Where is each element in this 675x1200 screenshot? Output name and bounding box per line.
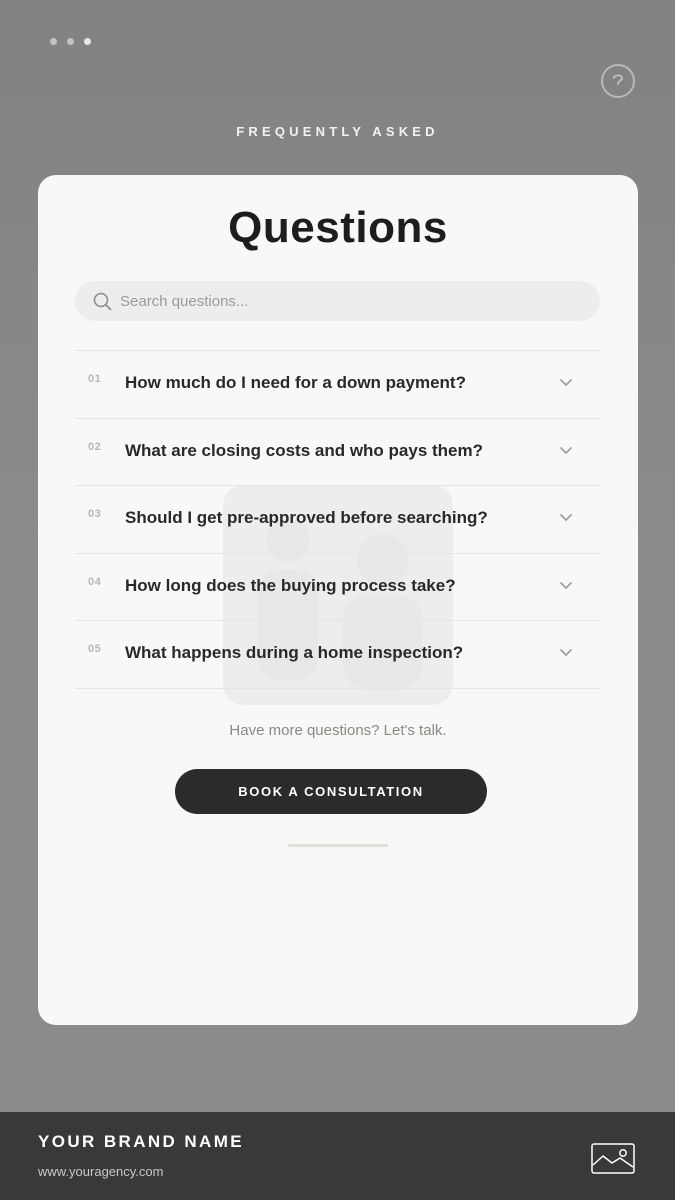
faq-item[interactable]: 05 What happens during a home inspection… bbox=[75, 621, 600, 689]
faq-question: What are closing costs and who pays them… bbox=[125, 440, 484, 460]
eyebrow-label: FREQUENTLY ASKED bbox=[236, 124, 439, 139]
faq-question: What happens during a home inspection? bbox=[125, 643, 464, 663]
faq-number: 05 bbox=[88, 643, 102, 656]
chevron-down-icon bbox=[560, 379, 572, 387]
page-dot-active bbox=[84, 38, 91, 45]
faq-list: 01 How much do I need for a down payment… bbox=[75, 350, 600, 689]
chevron-down-icon bbox=[560, 649, 572, 657]
website-url[interactable]: www.youragency.com bbox=[38, 1164, 163, 1179]
faq-number: 01 bbox=[88, 373, 102, 385]
divider bbox=[288, 844, 388, 847]
chevron-down-icon bbox=[560, 514, 572, 522]
faq-item[interactable]: 04 How long does the buying process take… bbox=[75, 554, 600, 622]
page-indicator bbox=[50, 38, 91, 45]
search-input[interactable] bbox=[120, 281, 580, 321]
page-dot bbox=[67, 38, 74, 45]
faq-item[interactable]: 01 How much do I need for a down payment… bbox=[75, 351, 600, 419]
help-button[interactable] bbox=[601, 64, 635, 98]
chevron-down-icon bbox=[560, 446, 572, 454]
page-dot bbox=[50, 38, 57, 45]
chevron-down-icon bbox=[560, 581, 572, 590]
more-questions-text: Have more questions? Let's talk. bbox=[229, 722, 447, 739]
faq-card: Questions 01 How much do I need for a do… bbox=[38, 175, 638, 1025]
faq-question: Should I get pre-approved before searchi… bbox=[125, 508, 488, 528]
faq-question: How long does the buying process take? bbox=[125, 575, 456, 595]
faq-item[interactable]: 03 Should I get pre-approved before sear… bbox=[75, 486, 600, 554]
page-title: Questions bbox=[228, 203, 448, 252]
help-circle-icon bbox=[613, 74, 623, 85]
footer: YOUR BRAND NAME www.youragency.com bbox=[0, 1112, 675, 1200]
faq-number: 04 bbox=[88, 575, 102, 588]
search-icon bbox=[93, 292, 112, 311]
faq-number: 02 bbox=[88, 440, 102, 453]
brand-name: YOUR BRAND NAME bbox=[38, 1132, 244, 1151]
faq-question: How much do I need for a down payment? bbox=[125, 373, 466, 392]
book-consultation-button[interactable]: BOOK A CONSULTATION bbox=[175, 769, 487, 814]
faq-number: 03 bbox=[88, 508, 102, 521]
faq-item[interactable]: 02 What are closing costs and who pays t… bbox=[75, 419, 600, 487]
search-bar[interactable] bbox=[75, 281, 600, 321]
image-placeholder-icon bbox=[591, 1143, 635, 1174]
